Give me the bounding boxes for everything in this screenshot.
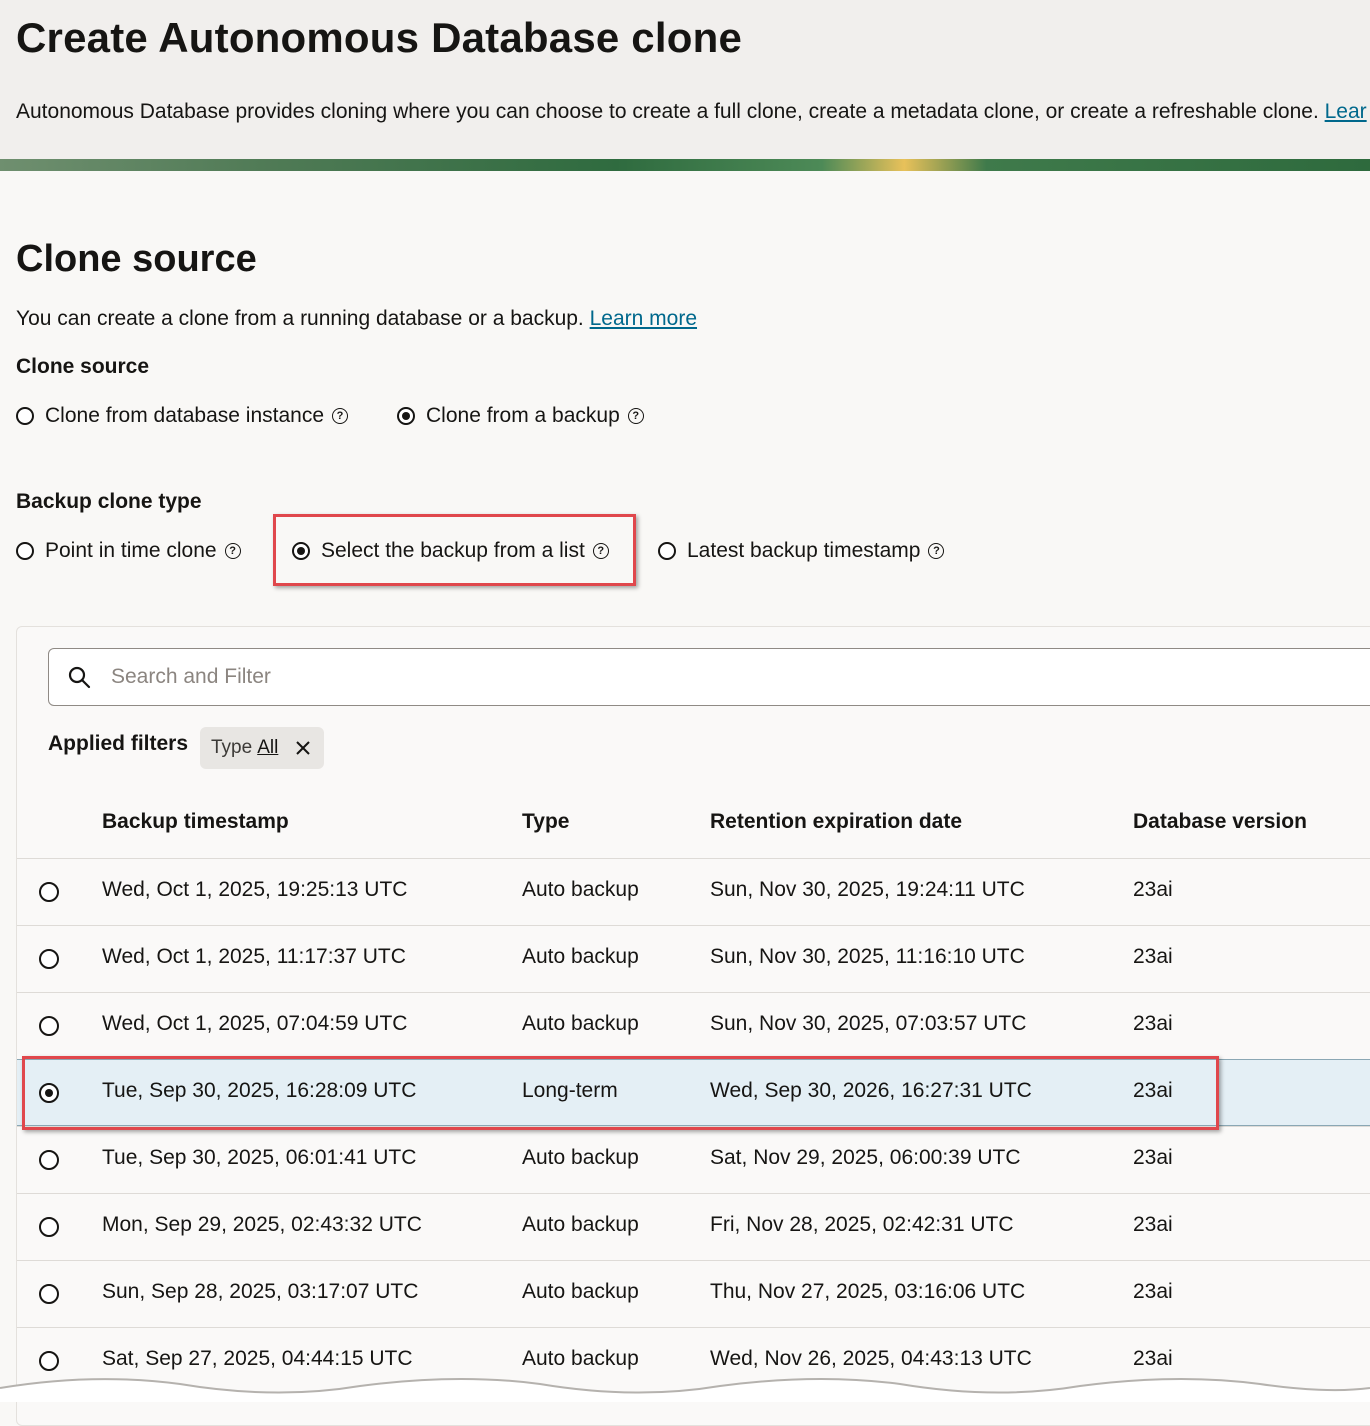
torn-edge-decoration <box>0 1377 1370 1402</box>
backup-clone-type-label: Backup clone type <box>16 490 202 513</box>
cell-type: Auto backup <box>522 878 639 901</box>
learn-link[interactable]: Lear <box>1325 100 1367 123</box>
column-header-database-version[interactable]: Database version <box>1133 810 1307 834</box>
decorative-banner <box>0 159 1370 171</box>
cell-backup-timestamp: Wed, Oct 1, 2025, 19:25:13 UTC <box>102 878 408 901</box>
column-header-backup-timestamp[interactable]: Backup timestamp <box>102 810 289 834</box>
row-radio-icon[interactable] <box>39 1016 59 1036</box>
cell-database-version: 23ai <box>1133 1012 1173 1035</box>
search-input[interactable] <box>109 664 1213 690</box>
table-row-selected[interactable]: Tue, Sep 30, 2025, 16:28:09 UTC Long-ter… <box>17 1059 1370 1126</box>
row-radio-checked-icon[interactable] <box>39 1083 59 1103</box>
search-icon <box>68 666 91 689</box>
applied-filters-label: Applied filters <box>48 732 189 755</box>
radio-label: Clone from a backup <box>426 404 620 427</box>
help-icon[interactable]: ? <box>627 408 644 424</box>
table-row[interactable]: Tue, Sep 30, 2025, 06:01:41 UTC Auto bac… <box>17 1126 1370 1193</box>
radio-unchecked-icon[interactable] <box>658 542 676 560</box>
help-icon[interactable]: ? <box>928 543 945 559</box>
help-icon[interactable]: ? <box>592 543 609 559</box>
cell-backup-timestamp: Sat, Sep 27, 2025, 04:44:15 UTC <box>102 1347 413 1370</box>
filter-chip-value[interactable]: All <box>257 737 278 759</box>
cell-backup-timestamp: Sun, Sep 28, 2025, 03:17:07 UTC <box>102 1280 419 1303</box>
column-header-retention-expiration-date[interactable]: Retention expiration date <box>710 810 962 834</box>
section-description: You can create a clone from a running da… <box>16 307 697 331</box>
cell-backup-timestamp: Tue, Sep 30, 2025, 16:28:09 UTC <box>102 1079 417 1102</box>
radio-latest-backup-timestamp[interactable]: Latest backup timestamp ? <box>658 539 945 563</box>
row-radio-icon[interactable] <box>39 949 59 969</box>
radio-clone-from-a-backup[interactable]: Clone from a backup ? <box>397 404 644 428</box>
cell-retention-date: Wed, Nov 26, 2025, 04:43:13 UTC <box>710 1347 1032 1370</box>
page-description-text: Autonomous Database provides cloning whe… <box>16 100 1319 123</box>
help-icon[interactable]: ? <box>224 543 241 559</box>
cell-database-version: 23ai <box>1133 1280 1173 1303</box>
radio-checked-icon[interactable] <box>292 542 310 560</box>
radio-label: Clone from database instance <box>45 404 324 427</box>
cell-database-version: 23ai <box>1133 945 1173 968</box>
cell-backup-timestamp: Mon, Sep 29, 2025, 02:43:32 UTC <box>102 1213 422 1236</box>
cell-retention-date: Thu, Nov 27, 2025, 03:16:06 UTC <box>710 1280 1026 1303</box>
cell-type: Auto backup <box>522 1012 639 1035</box>
cell-database-version: 23ai <box>1133 878 1173 901</box>
row-radio-icon[interactable] <box>39 1284 59 1304</box>
row-radio-icon[interactable] <box>39 1351 59 1371</box>
page-header: Create Autonomous Database clone Autonom… <box>0 0 1370 160</box>
table-row[interactable]: Sun, Sep 28, 2025, 03:17:07 UTC Auto bac… <box>17 1260 1370 1327</box>
cell-database-version: 23ai <box>1133 1213 1173 1236</box>
cell-type: Auto backup <box>522 945 639 968</box>
filter-chip-key: Type <box>211 737 253 758</box>
column-header-type[interactable]: Type <box>522 810 569 834</box>
section-description-text: You can create a clone from a running da… <box>16 307 584 330</box>
clone-source-label: Clone source <box>16 355 150 378</box>
table-row[interactable]: Wed, Oct 1, 2025, 19:25:13 UTC Auto back… <box>17 858 1370 925</box>
cell-retention-date: Wed, Sep 30, 2026, 16:27:31 UTC <box>710 1079 1032 1102</box>
radio-clone-from-database-instance[interactable]: Clone from database instance ? <box>16 404 348 428</box>
cell-type: Auto backup <box>522 1280 639 1303</box>
page-description: Autonomous Database provides cloning whe… <box>16 100 1367 124</box>
cell-retention-date: Fri, Nov 28, 2025, 02:42:31 UTC <box>710 1213 1014 1236</box>
cell-type: Long-term <box>522 1079 618 1102</box>
cell-database-version: 23ai <box>1133 1347 1173 1370</box>
cell-type: Auto backup <box>522 1146 639 1169</box>
row-radio-icon[interactable] <box>39 1150 59 1170</box>
cell-retention-date: Sat, Nov 29, 2025, 06:00:39 UTC <box>710 1146 1021 1169</box>
radio-label: Latest backup timestamp <box>687 539 921 562</box>
cell-retention-date: Sun, Nov 30, 2025, 07:03:57 UTC <box>710 1012 1027 1035</box>
radio-unchecked-icon[interactable] <box>16 542 34 560</box>
cell-retention-date: Sun, Nov 30, 2025, 11:16:10 UTC <box>710 945 1025 968</box>
page-title: Create Autonomous Database clone <box>16 14 742 61</box>
row-radio-icon[interactable] <box>39 1217 59 1237</box>
filter-chip-type[interactable]: Type All <box>200 727 324 769</box>
radio-unchecked-icon[interactable] <box>16 407 34 425</box>
radio-label: Point in time clone <box>45 539 217 562</box>
table-row[interactable]: Mon, Sep 29, 2025, 02:43:32 UTC Auto bac… <box>17 1193 1370 1260</box>
row-radio-icon[interactable] <box>39 882 59 902</box>
cell-backup-timestamp: Wed, Oct 1, 2025, 07:04:59 UTC <box>102 1012 408 1035</box>
table-row[interactable]: Wed, Oct 1, 2025, 11:17:37 UTC Auto back… <box>17 925 1370 992</box>
help-icon[interactable]: ? <box>332 408 348 424</box>
section-title: Clone source <box>16 238 257 280</box>
radio-checked-icon[interactable] <box>397 407 415 425</box>
close-icon[interactable] <box>294 739 312 757</box>
table-row[interactable]: Wed, Oct 1, 2025, 07:04:59 UTC Auto back… <box>17 992 1370 1059</box>
cell-database-version: 23ai <box>1133 1146 1173 1169</box>
radio-point-in-time-clone[interactable]: Point in time clone ? <box>16 539 241 563</box>
learn-more-link[interactable]: Learn more <box>590 307 697 330</box>
search-filter-box[interactable] <box>48 648 1370 706</box>
cell-backup-timestamp: Tue, Sep 30, 2025, 06:01:41 UTC <box>102 1146 417 1169</box>
cell-type: Auto backup <box>522 1347 639 1370</box>
radio-label: Select the backup from a list <box>321 539 585 562</box>
radio-select-backup-from-list[interactable]: Select the backup from a list ? <box>292 539 609 563</box>
cell-backup-timestamp: Wed, Oct 1, 2025, 11:17:37 UTC <box>102 945 406 968</box>
cell-retention-date: Sun, Nov 30, 2025, 19:24:11 UTC <box>710 878 1025 901</box>
cell-type: Auto backup <box>522 1213 639 1236</box>
cell-database-version: 23ai <box>1133 1079 1173 1102</box>
